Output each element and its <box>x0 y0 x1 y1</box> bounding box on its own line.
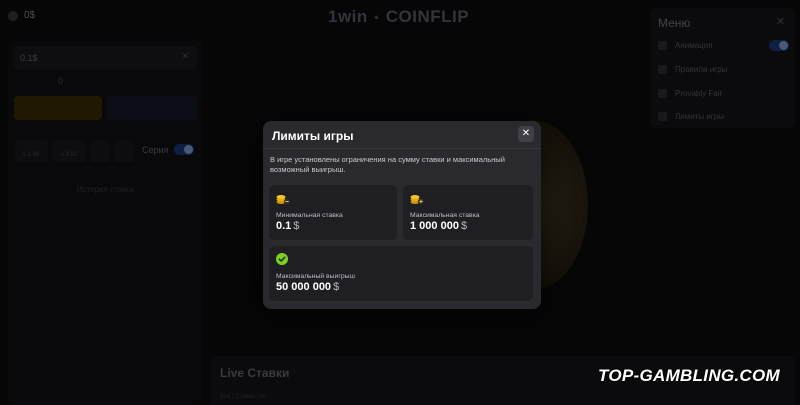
max-win-value: 50 000 000 $ <box>276 281 339 293</box>
modal-description: В игре установлены ограничения на сумму … <box>270 155 505 174</box>
max-win-amount: 50 000 000 <box>276 281 332 293</box>
min-bet-card: Минимальная ставка 0.1 $ <box>269 185 397 240</box>
close-button[interactable]: ✕ <box>518 126 534 142</box>
divider <box>263 148 541 149</box>
max-bet-value: 1 000 000 $ <box>410 220 467 232</box>
min-bet-label: Минимальная ставка <box>276 212 343 219</box>
max-bet-label: Максимальная ставка <box>410 212 480 219</box>
coins-icon <box>276 195 290 205</box>
coins-icon <box>410 195 424 205</box>
game-limits-modal: Лимиты игры ✕ В игре установлены огранич… <box>263 121 541 309</box>
max-win-card: Максимальный выигрыш 50 000 000 $ <box>269 246 533 301</box>
max-bet-card: Максимальная ставка 1 000 000 $ <box>403 185 533 240</box>
check-circle-icon <box>276 253 288 265</box>
max-bet-amount: 1 000 000 <box>410 220 459 232</box>
watermark: TOP-GAMBLING.COM <box>597 366 780 385</box>
currency-symbol: $ <box>333 281 340 293</box>
currency-symbol: $ <box>460 220 468 232</box>
max-win-label: Максимальный выигрыш <box>276 273 355 280</box>
min-bet-value: 0.1 $ <box>276 220 299 232</box>
currency-symbol: $ <box>293 220 300 232</box>
modal-title: Лимиты игры <box>272 129 354 143</box>
min-bet-amount: 0.1 <box>276 220 292 232</box>
